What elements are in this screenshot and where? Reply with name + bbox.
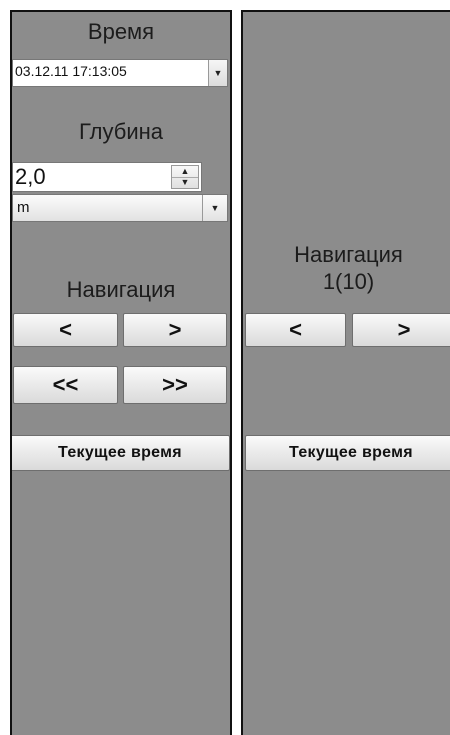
arrow-down-icon[interactable]: ▼	[172, 176, 198, 189]
time-combobox[interactable]: 03.12.11 17:13:05 ▼	[12, 59, 228, 87]
depth-value: 2,0	[15, 164, 46, 189]
navigation-label: Навигация	[294, 242, 403, 267]
fast-next-button[interactable]: >>	[123, 366, 227, 404]
time-label: Время	[87, 19, 155, 44]
chevron-down-icon[interactable]: ▼	[208, 60, 227, 86]
depth-units-select[interactable]: m ▼	[12, 194, 228, 222]
next-button[interactable]: >	[352, 313, 450, 347]
arrow-up-icon[interactable]: ▲	[172, 166, 198, 177]
depth-spinbox[interactable]: 2,0 ▲ ▼	[12, 162, 202, 192]
depth-label: Глубина	[78, 119, 164, 144]
prev-button[interactable]: <	[13, 313, 118, 347]
navigation-label: Навигация	[66, 277, 176, 302]
current-time-button[interactable]: Текущее время	[12, 435, 230, 471]
left-control-panel: Время 03.12.11 17:13:05 ▼ Глубина 2,0 ▲ …	[10, 10, 232, 735]
current-time-button[interactable]: Текущее время	[245, 435, 450, 471]
time-value: 03.12.11 17:13:05	[15, 63, 127, 79]
depth-spin-buttons[interactable]: ▲ ▼	[171, 165, 199, 189]
prev-button[interactable]: <	[245, 313, 346, 347]
chevron-down-icon[interactable]: ▼	[202, 195, 227, 221]
fast-prev-button[interactable]: <<	[13, 366, 118, 404]
next-button[interactable]: >	[123, 313, 227, 347]
right-control-panel: Навигация 1(10) < > Текущее время	[241, 10, 450, 735]
page-indicator: 1(10)	[322, 269, 375, 294]
depth-units-value: m	[17, 199, 30, 216]
